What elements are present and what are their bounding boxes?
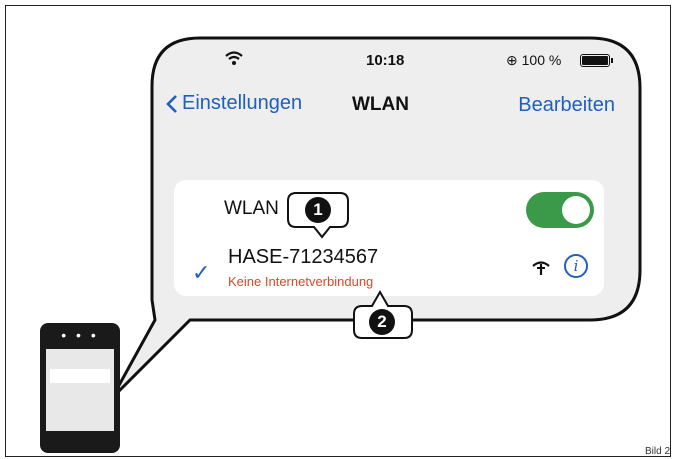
figure-caption: Bild 2 [644, 446, 670, 457]
callout-bubbles [287, 192, 413, 339]
callout-badge-2: 2 [369, 309, 395, 335]
callout-badge-1: 1 [305, 197, 331, 223]
